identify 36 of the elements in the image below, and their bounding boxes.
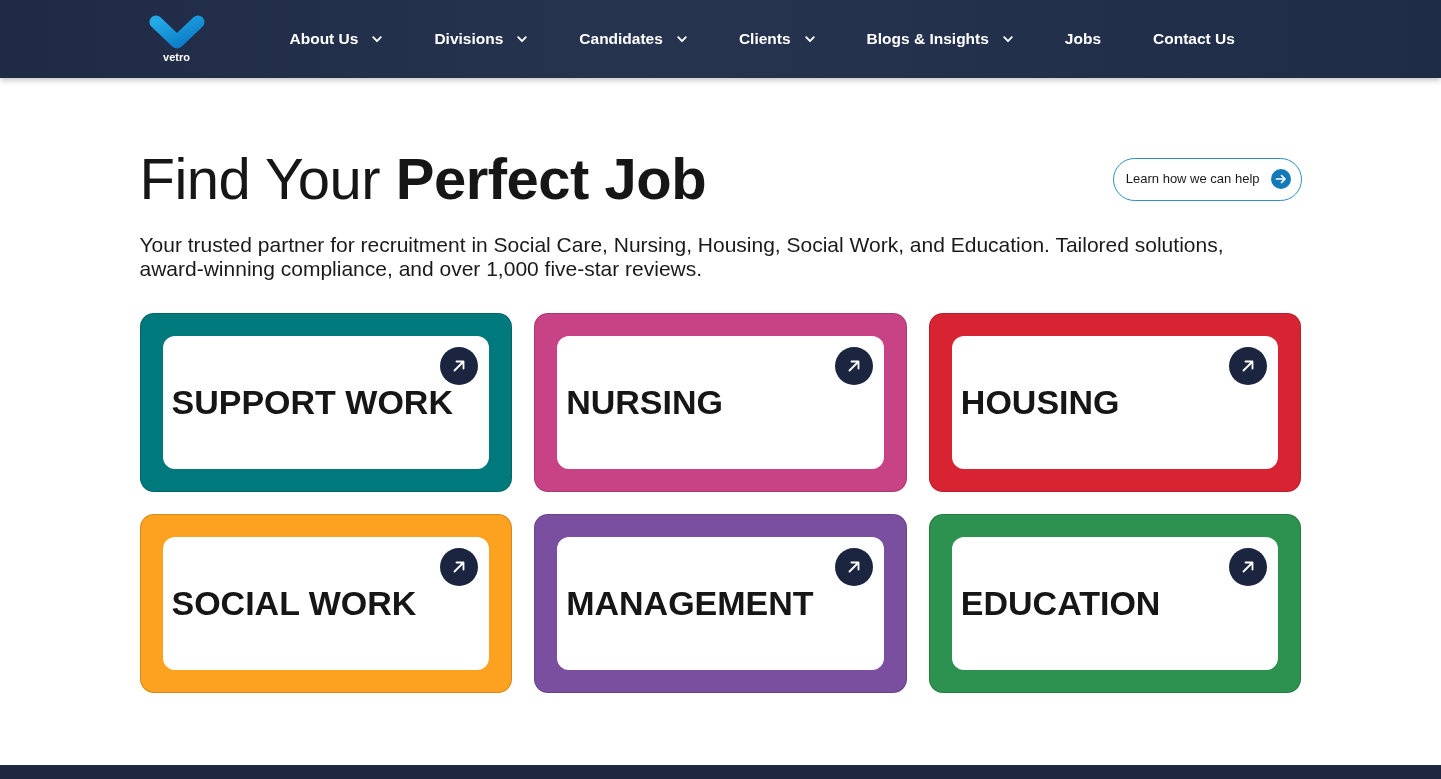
logo-text: vetro	[163, 52, 190, 63]
chevron-down-icon	[804, 35, 815, 43]
category-card[interactable]: SOCIAL WORK	[139, 514, 513, 693]
nav-link[interactable]: Contact Us	[1153, 21, 1235, 57]
nav-link[interactable]: About Us	[289, 21, 383, 57]
nav-link[interactable]: Divisions	[434, 21, 528, 57]
chevron-down-icon	[517, 35, 528, 43]
arrow-right-icon	[1270, 169, 1291, 189]
arrow-up-right-icon	[1229, 347, 1268, 385]
nav-link[interactable]: Blogs & Insights	[866, 21, 1013, 57]
category-title: NURSING	[566, 383, 723, 422]
category-card[interactable]: NURSING	[534, 313, 907, 492]
arrow-up-right-icon	[834, 548, 873, 586]
category-card[interactable]: HOUSING	[928, 313, 1302, 492]
chevron-down-icon	[676, 35, 687, 43]
arrow-up-right-icon	[440, 347, 479, 385]
learn-more-button[interactable]: Learn how we can help	[1112, 157, 1302, 201]
category-card[interactable]: EDUCATION	[928, 514, 1302, 693]
chevron-down-icon	[1002, 35, 1013, 43]
arrow-up-right-icon	[1229, 548, 1268, 586]
nav-link[interactable]: Clients	[738, 21, 815, 57]
chevron-down-icon	[372, 35, 383, 43]
category-title: EDUCATION	[960, 584, 1161, 623]
category-title: MANAGEMENT	[566, 584, 814, 623]
category-title: SUPPORT WORK	[171, 383, 453, 422]
arrow-up-right-icon	[834, 347, 873, 385]
nav-link[interactable]: Candidates	[579, 21, 687, 57]
intro-paragraph: Your trusted partner for recruitment in Social Care, Nursing, Housing, Social Work, and Education. Tailored solutions, award-winning compliance, and over 1,000 five-star reviews.	[139, 233, 1225, 281]
nav-link[interactable]: Jobs	[1064, 21, 1102, 57]
page-heading: Find Your Perfect Job	[139, 145, 707, 213]
category-title: HOUSING	[960, 383, 1120, 422]
category-title: SOCIAL WORK	[171, 584, 417, 623]
category-card[interactable]: SUPPORT WORK	[139, 313, 513, 492]
v-logo-icon	[148, 15, 205, 49]
category-card[interactable]: MANAGEMENT	[534, 514, 907, 693]
arrow-up-right-icon	[440, 548, 479, 586]
